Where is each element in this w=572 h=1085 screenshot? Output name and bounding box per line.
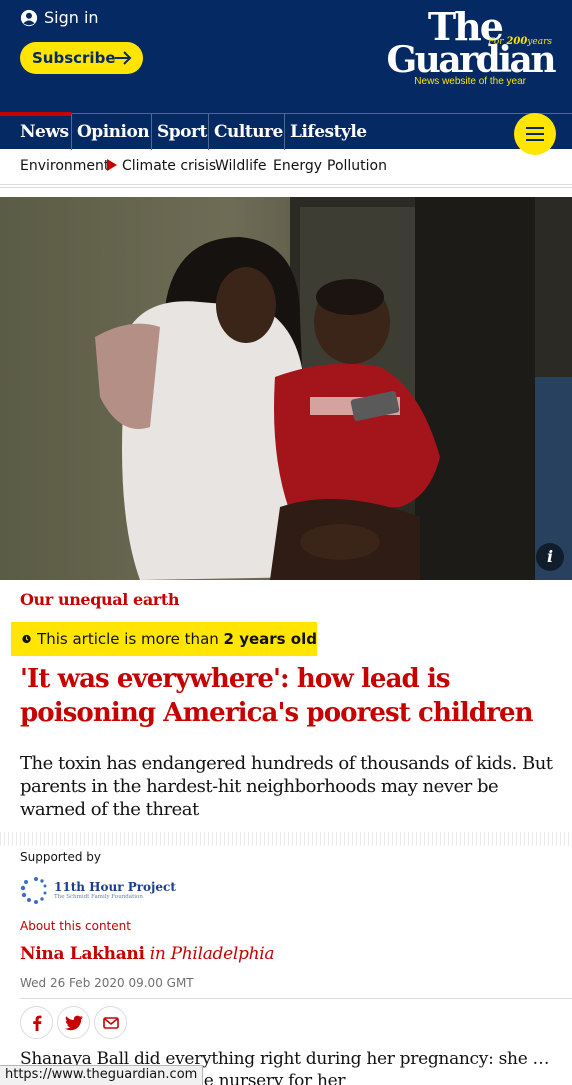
subnav-item-environment[interactable]: Environment	[20, 158, 109, 174]
subnav-item-energy[interactable]: Energy	[273, 158, 322, 174]
sponsor-subtitle: The Schmidt Family Foundation	[54, 894, 143, 900]
logo-tagline: News website of the year	[414, 76, 526, 87]
nav-item-lifestyle[interactable]: Lifestyle	[290, 114, 367, 150]
divider	[0, 187, 572, 191]
dotted-divider	[0, 832, 572, 846]
sign-in-label: Sign in	[44, 8, 99, 27]
subnav-item-climate-crisis[interactable]: Climate crisis	[122, 158, 216, 174]
nav-divider	[71, 114, 72, 150]
main-nav: News Opinion Sport Culture Lifestyle	[0, 112, 572, 150]
guardian-logo[interactable]: The For 200years Guardian News website o…	[354, 8, 556, 90]
site-header: Sign in Subscribe The For 200years Guard…	[0, 0, 572, 113]
logo-guardian: Guardian	[386, 39, 556, 81]
image-info-button[interactable]: i	[536, 543, 564, 571]
hamburger-icon-line	[526, 133, 544, 135]
hero-photo	[0, 197, 572, 580]
divider	[20, 998, 572, 999]
user-icon	[20, 9, 38, 26]
nav-item-culture[interactable]: Culture	[214, 114, 283, 150]
age-value: 2 years old	[223, 630, 317, 648]
publish-date: Wed 26 Feb 2020 09.00 GMT	[20, 976, 194, 990]
supported-by-label: Supported by	[20, 850, 101, 864]
clock-icon	[22, 634, 31, 644]
sub-nav: Environment Climate crisis Wildlife Ener…	[0, 149, 572, 185]
byline-location: in Philadelphia	[149, 944, 275, 964]
arrow-right-icon	[115, 51, 132, 65]
hero-image[interactable]	[0, 197, 572, 580]
play-triangle-icon	[107, 159, 117, 171]
twitter-icon	[64, 1015, 83, 1030]
subnav-item-pollution[interactable]: Pollution	[327, 158, 387, 174]
share-facebook-button[interactable]	[20, 1006, 53, 1039]
subscribe-label: Subscribe	[32, 49, 116, 67]
hamburger-icon-line	[526, 139, 544, 141]
email-icon	[102, 1016, 119, 1029]
status-url: https://www.theguardian.com	[0, 1065, 204, 1085]
share-twitter-button[interactable]	[57, 1006, 90, 1039]
byline: Nina Lakhani in Philadelphia	[20, 944, 275, 964]
nav-item-opinion[interactable]: Opinion	[77, 114, 150, 150]
article-age-warning: This article is more than 2 years old	[11, 622, 317, 656]
series-label[interactable]: Our unequal earth	[20, 590, 179, 609]
article-headline: 'It was everywhere': how lead is poisoni…	[20, 664, 534, 728]
facebook-icon	[32, 1015, 41, 1031]
age-prefix: This article is more than 2 years old	[37, 630, 317, 648]
nav-divider	[208, 114, 209, 150]
sponsor-name: 11th Hour Project	[54, 880, 176, 894]
article-standfirst: The toxin has endangered hundreds of tho…	[20, 753, 553, 820]
nav-item-news[interactable]: News	[0, 112, 72, 150]
about-this-content-link[interactable]: About this content	[20, 919, 131, 933]
sign-in-link[interactable]: Sign in	[20, 8, 99, 27]
nav-divider	[284, 114, 285, 150]
author-link[interactable]: Nina Lakhani	[20, 944, 145, 964]
subnav-item-wildlife[interactable]: Wildlife	[215, 158, 267, 174]
hamburger-icon-line	[526, 127, 544, 129]
age-prefix-text: This article is more than	[37, 630, 224, 648]
share-email-button[interactable]	[94, 1006, 127, 1039]
nav-divider	[151, 114, 152, 150]
subscribe-button[interactable]: Subscribe	[20, 42, 143, 74]
nav-item-sport[interactable]: Sport	[157, 114, 207, 150]
